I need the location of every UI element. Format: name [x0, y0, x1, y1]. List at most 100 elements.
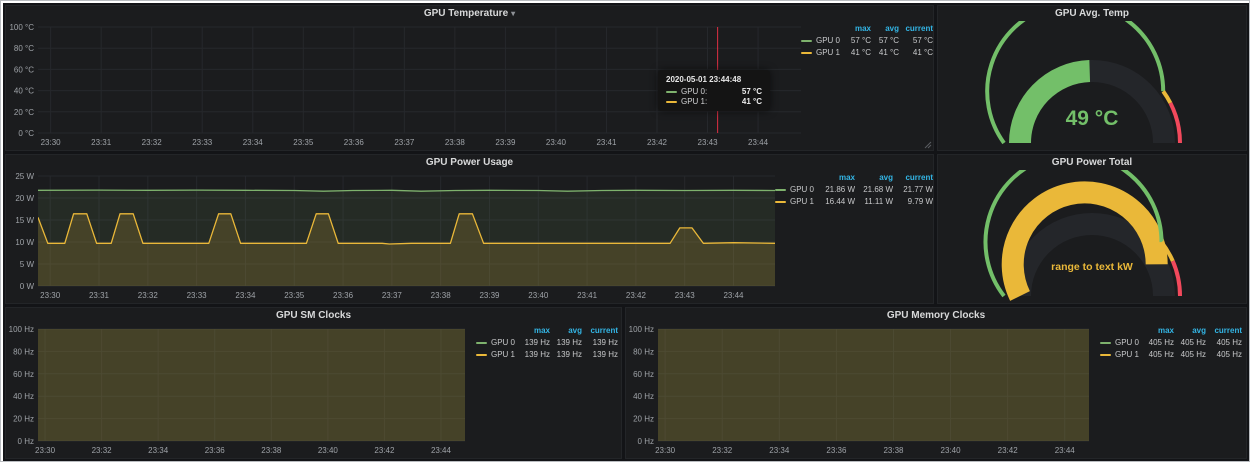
panel-title-gpu-memory-clocks[interactable]: GPU Memory Clocks — [626, 308, 1246, 323]
series-color-dash — [1100, 342, 1111, 344]
legend-series-gpu0[interactable]: GPU 0 — [476, 338, 518, 347]
svg-text:23:32: 23:32 — [712, 446, 733, 455]
svg-text:23:30: 23:30 — [655, 446, 676, 455]
svg-text:23:33: 23:33 — [187, 291, 208, 300]
series-color-dash — [775, 189, 786, 191]
svg-text:23:44: 23:44 — [748, 138, 769, 147]
legend-series-gpu0[interactable]: GPU 0 — [1100, 338, 1142, 347]
svg-text:23:36: 23:36 — [333, 291, 354, 300]
svg-text:23:38: 23:38 — [261, 446, 282, 455]
series-color-dash — [476, 354, 487, 356]
legend-header-avg[interactable]: avg — [855, 173, 893, 182]
legend-series-gpu1[interactable]: GPU 1 — [1100, 350, 1142, 359]
svg-text:0 Hz: 0 Hz — [638, 437, 654, 446]
svg-text:60 Hz: 60 Hz — [633, 370, 654, 379]
svg-text:23:42: 23:42 — [626, 291, 647, 300]
svg-text:0 Hz: 0 Hz — [18, 437, 34, 446]
svg-text:80 Hz: 80 Hz — [633, 347, 654, 356]
svg-text:23:43: 23:43 — [698, 138, 719, 147]
svg-text:23:32: 23:32 — [92, 446, 113, 455]
panel-gpu-temperature: GPU Temperature▾ 0 °C20 °C40 °C60 °C80 °… — [5, 5, 934, 151]
legend-value: 11.11 W — [855, 197, 893, 206]
legend-value: 139 Hz — [550, 350, 582, 359]
legend-header-max[interactable]: max — [843, 24, 871, 33]
panel-title-gpu-avg-temp[interactable]: GPU Avg. Temp — [938, 6, 1246, 21]
legend-header-avg[interactable]: avg — [550, 326, 582, 335]
series-color-dash — [775, 201, 786, 203]
chart-gpu-power-usage[interactable]: 0 W5 W10 W15 W20 W25 W23:3023:3123:3223:… — [6, 170, 775, 302]
legend-series-gpu1[interactable]: GPU 1 — [476, 350, 518, 359]
legend-header-avg[interactable]: avg — [1174, 326, 1206, 335]
svg-text:23:39: 23:39 — [479, 291, 500, 300]
panel-gpu-power-total: GPU Power Total range to text kW — [937, 154, 1247, 304]
legend-value: 405 Hz — [1174, 338, 1206, 347]
legend-header-current[interactable]: current — [1206, 326, 1242, 335]
svg-text:23:42: 23:42 — [647, 138, 668, 147]
gauge-gpu-power-total: range to text kW — [938, 170, 1246, 302]
legend-gpu-sm-clocks: max avg current GPU 0 139 Hz 139 Hz 139 … — [476, 326, 618, 359]
chart-gpu-memory-clocks[interactable]: 0 Hz20 Hz40 Hz60 Hz80 Hz100 Hz23:3023:32… — [626, 323, 1100, 457]
legend-value: 139 Hz — [582, 350, 618, 359]
panel-title-text: GPU Memory Clocks — [887, 310, 985, 321]
legend-value: 405 Hz — [1206, 350, 1242, 359]
chevron-down-icon[interactable]: ▾ — [511, 9, 515, 18]
legend-value: 57 °C — [871, 36, 899, 45]
legend-series-gpu0[interactable]: GPU 0 — [775, 185, 817, 194]
svg-text:23:33: 23:33 — [192, 138, 213, 147]
legend-series-gpu1[interactable]: GPU 1 — [775, 197, 817, 206]
svg-text:20 °C: 20 °C — [14, 108, 34, 117]
svg-text:23:40: 23:40 — [528, 291, 549, 300]
panel-title-text: GPU SM Clocks — [276, 310, 351, 321]
legend-header-max[interactable]: max — [1142, 326, 1174, 335]
legend-value: 21.77 W — [893, 185, 933, 194]
svg-text:23:39: 23:39 — [495, 138, 516, 147]
legend-header-max[interactable]: max — [518, 326, 550, 335]
svg-text:23:34: 23:34 — [243, 138, 264, 147]
chart-gpu-sm-clocks[interactable]: 0 Hz20 Hz40 Hz60 Hz80 Hz100 Hz23:3023:32… — [6, 323, 476, 457]
panel-gpu-avg-temp: GPU Avg. Temp 49 °C — [937, 5, 1247, 151]
svg-text:23:44: 23:44 — [1055, 446, 1076, 455]
legend-header-current[interactable]: current — [893, 173, 933, 182]
svg-text:23:37: 23:37 — [382, 291, 403, 300]
svg-text:80 Hz: 80 Hz — [13, 347, 34, 356]
panel-title-gpu-temperature[interactable]: GPU Temperature▾ — [6, 6, 933, 21]
panel-title-gpu-sm-clocks[interactable]: GPU SM Clocks — [6, 308, 621, 323]
legend-header-max[interactable]: max — [817, 173, 855, 182]
svg-text:23:31: 23:31 — [89, 291, 110, 300]
legend-value: 57 °C — [899, 36, 933, 45]
legend-value: 21.68 W — [855, 185, 893, 194]
svg-text:80 °C: 80 °C — [14, 44, 34, 53]
panel-title-gpu-power-total[interactable]: GPU Power Total — [938, 155, 1246, 170]
svg-text:40 Hz: 40 Hz — [633, 392, 654, 401]
svg-text:23:43: 23:43 — [675, 291, 696, 300]
tooltip-series-value: 57 °C — [730, 87, 762, 96]
legend-header-avg[interactable]: avg — [871, 24, 899, 33]
legend-gpu-power-usage: max avg current GPU 0 21.86 W 21.68 W 21… — [775, 173, 933, 206]
svg-text:23:32: 23:32 — [138, 291, 159, 300]
legend-value: 139 Hz — [518, 350, 550, 359]
svg-text:20 W: 20 W — [15, 194, 34, 203]
svg-text:range to text kW: range to text kW — [1051, 261, 1133, 273]
tooltip-timestamp: 2020-05-01 23:44:48 — [666, 75, 762, 84]
tooltip-row: GPU 0: 57 °C — [666, 87, 762, 96]
series-color-dash — [476, 342, 487, 344]
legend-header-current[interactable]: current — [899, 24, 933, 33]
legend-value: 16.44 W — [817, 197, 855, 206]
svg-text:23:41: 23:41 — [577, 291, 598, 300]
svg-text:23:36: 23:36 — [826, 446, 847, 455]
series-color-dash — [801, 52, 812, 54]
legend-series-gpu1[interactable]: GPU 1 — [801, 48, 843, 57]
legend-gpu-memory-clocks: max avg current GPU 0 405 Hz 405 Hz 405 … — [1100, 326, 1242, 359]
svg-text:23:38: 23:38 — [445, 138, 466, 147]
legend-series-gpu0[interactable]: GPU 0 — [801, 36, 843, 45]
svg-text:23:31: 23:31 — [91, 138, 112, 147]
svg-text:23:40: 23:40 — [546, 138, 567, 147]
panel-gpu-power-usage: GPU Power Usage 0 W5 W10 W15 W20 W25 W23… — [5, 154, 934, 304]
legend-gpu-temperature: max avg current GPU 0 57 °C 57 °C 57 °C … — [801, 24, 933, 57]
panel-resize-handle[interactable] — [924, 141, 932, 149]
panel-title-gpu-power-usage[interactable]: GPU Power Usage — [6, 155, 933, 170]
svg-text:40 Hz: 40 Hz — [13, 392, 34, 401]
svg-text:100 Hz: 100 Hz — [629, 325, 654, 334]
legend-header-current[interactable]: current — [582, 326, 618, 335]
svg-text:23:38: 23:38 — [883, 446, 904, 455]
